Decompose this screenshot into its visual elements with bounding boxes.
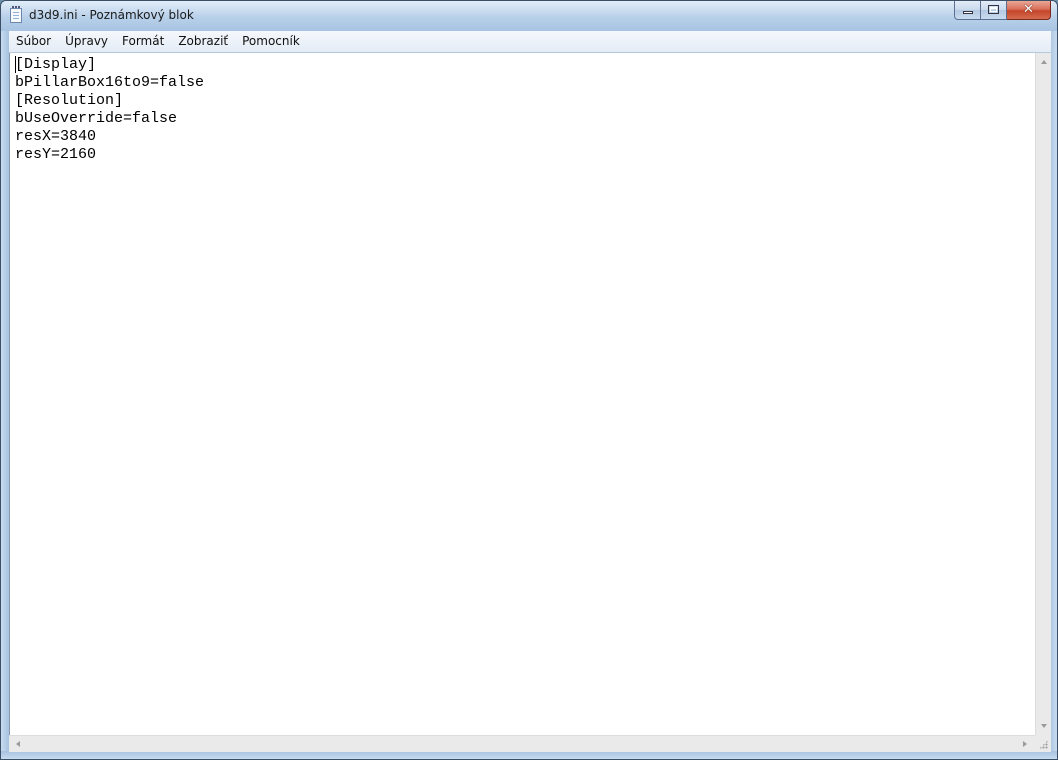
window-frame-bottom[interactable] [1,751,1057,759]
window-title: d3d9.ini - Poznámkový blok [29,8,194,22]
scroll-right-button[interactable] [1019,736,1035,752]
arrow-right-icon [1023,741,1027,747]
menu-bar: Súbor Úpravy Formát Zobraziť Pomocník [9,31,1051,53]
menu-help[interactable]: Pomocník [235,32,307,51]
title-bar[interactable]: d3d9.ini - Poznámkový blok ✕ [1,1,1057,31]
menu-edit[interactable]: Úpravy [58,32,115,51]
menu-format[interactable]: Formát [115,32,171,51]
resize-grip-icon [1039,740,1048,749]
arrow-up-icon [1041,60,1047,64]
minimize-button[interactable] [954,1,981,20]
horizontal-scrollbar[interactable] [9,735,1035,752]
editor-content[interactable]: [Display] bPillarBox16to9=false [Resolut… [10,53,1035,164]
arrow-left-icon [16,741,20,747]
scroll-left-button[interactable] [9,736,25,752]
caption-buttons: ✕ [954,1,1051,21]
vertical-scrollbar[interactable] [1035,53,1051,735]
menu-view[interactable]: Zobraziť [171,32,235,51]
notepad-window: d3d9.ini - Poznámkový blok ✕ Súbor Úprav… [0,0,1058,760]
close-button[interactable]: ✕ [1007,1,1051,20]
text-editor[interactable]: [Display] bPillarBox16to9=false [Resolut… [9,53,1035,735]
maximize-icon [988,5,999,14]
window-frame-left[interactable] [1,31,9,759]
notepad-icon[interactable] [10,6,22,23]
close-icon: ✕ [1023,2,1034,17]
menu-file[interactable]: Súbor [9,32,58,51]
arrow-down-icon [1041,724,1047,728]
size-grip[interactable] [1035,735,1051,752]
text-caret [15,56,16,73]
maximize-button[interactable] [981,1,1007,20]
scroll-down-button[interactable] [1036,719,1052,735]
scroll-up-button[interactable] [1036,53,1052,69]
minimize-icon [963,11,973,14]
